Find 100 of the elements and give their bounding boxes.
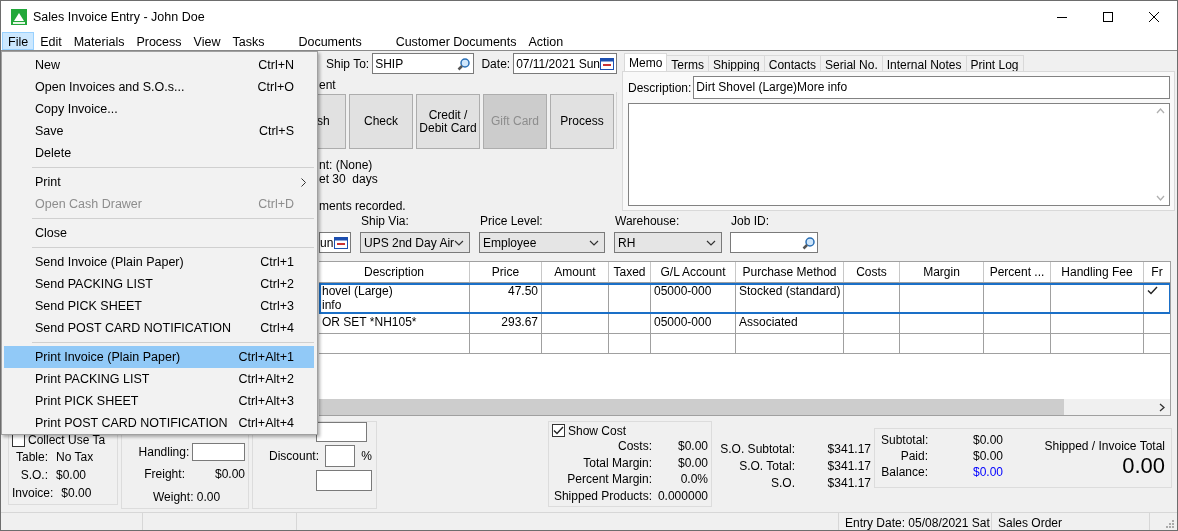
menu-item[interactable]: Documents xyxy=(292,32,368,50)
search-icon[interactable] xyxy=(802,235,816,250)
payment-info-text: nt: (None) xyxy=(318,158,374,172)
column-header[interactable]: Amount xyxy=(542,262,609,282)
scrollbar-thumb[interactable] xyxy=(319,399,1064,415)
status-text: Sales Order xyxy=(992,513,1150,530)
table-cell: 47.50 xyxy=(470,283,542,313)
field-value: $0.00 xyxy=(972,465,1003,479)
menu-item[interactable]: Edit xyxy=(34,32,68,50)
payment-button[interactable]: Process xyxy=(550,94,614,149)
resize-grip-icon[interactable] xyxy=(1165,519,1175,529)
table-cell: 05000-000 xyxy=(651,314,736,333)
column-header[interactable]: Fr xyxy=(1144,262,1170,282)
field-value: $0.00 xyxy=(677,438,708,453)
field-value: $0.00 xyxy=(972,449,1003,463)
payment-info-text: et 30 days xyxy=(318,172,379,186)
field-label: Description: xyxy=(628,80,692,95)
maximize-icon[interactable] xyxy=(1103,11,1113,22)
table-cell: hovel (Large) info xyxy=(319,283,470,313)
total-value: 0.00 xyxy=(1122,453,1165,479)
unit-label: % xyxy=(361,449,372,463)
scroll-right-icon[interactable] xyxy=(1158,402,1165,412)
menu-item[interactable]: Print xyxy=(4,171,314,193)
total-label: Shipped / Invoice Total xyxy=(1044,439,1165,453)
field-label: Costs: xyxy=(617,438,652,453)
table-cell: OR SET *NH105* xyxy=(319,314,470,333)
checkmark-icon xyxy=(1147,286,1158,295)
field-value: $341.17 xyxy=(827,458,871,473)
menu-item[interactable]: Send Invoice (Plain Paper) Ctrl+1 xyxy=(4,251,314,273)
handling-field[interactable] xyxy=(192,443,245,461)
app-icon xyxy=(11,8,27,25)
field-value: $0.00 xyxy=(972,433,1003,447)
description-field[interactable]: Dirt Shovel (Large)More info xyxy=(693,76,1170,99)
menu-item[interactable]: Print PICK SHEET Ctrl+Alt+3 xyxy=(4,390,314,412)
field-label: Date: xyxy=(481,56,511,71)
menu-item[interactable]: Copy Invoice... xyxy=(4,98,314,120)
column-header[interactable]: Percent ... xyxy=(984,262,1051,282)
field-value: 0.0% xyxy=(680,472,708,487)
menu-item[interactable]: Tasks xyxy=(226,32,271,50)
field-label: S.O. xyxy=(770,475,795,490)
field-label: S.O. Subtotal: xyxy=(719,441,795,456)
date-field[interactable]: un xyxy=(319,232,351,253)
payment-button[interactable]: Check xyxy=(349,94,413,149)
column-header[interactable]: Purchase Method xyxy=(736,262,844,282)
menu-item[interactable]: Print POST CARD NOTIFICATION Ctrl+Alt+4 xyxy=(4,412,314,434)
payment-button[interactable]: sh xyxy=(317,94,346,149)
menu-item[interactable]: Delete xyxy=(4,142,314,164)
menu-item[interactable]: Save Ctrl+S xyxy=(4,120,314,142)
field-value: $0.00 xyxy=(677,455,708,470)
dropdown[interactable]: RH xyxy=(614,232,722,253)
field-label: S.O. Total: xyxy=(738,458,795,473)
field-label: S.O.: xyxy=(19,467,48,482)
field-value: No Tax xyxy=(56,449,94,464)
column-header[interactable]: Margin xyxy=(900,262,984,282)
field-label: Freight: xyxy=(143,467,185,481)
column-header[interactable]: Handling Fee xyxy=(1051,262,1144,282)
checkbox[interactable] xyxy=(552,424,565,438)
calendar-icon[interactable] xyxy=(600,57,614,70)
menu-item[interactable]: Materials xyxy=(67,32,131,50)
menu-item[interactable]: Process xyxy=(130,32,188,50)
menu-item[interactable]: Close xyxy=(4,222,314,244)
menu-item[interactable]: Send PICK SHEET Ctrl+3 xyxy=(4,295,314,317)
column-header[interactable]: Costs xyxy=(844,262,900,282)
discount-field[interactable] xyxy=(325,445,356,467)
dropdown[interactable]: UPS 2nd Day Air xyxy=(360,232,470,253)
payment-info-text: ments recorded. xyxy=(318,199,407,213)
dropdown[interactable]: Employee xyxy=(479,232,605,253)
table-cell: 293.67 xyxy=(470,314,542,333)
input-field[interactable] xyxy=(316,470,372,491)
close-icon[interactable] xyxy=(1149,11,1159,22)
menu-item[interactable]: Action xyxy=(522,32,570,50)
table-cell: 05000-000 xyxy=(651,283,736,313)
checkmark-icon xyxy=(553,426,564,436)
field-label: Handling: xyxy=(137,445,190,459)
field-label: Ship Via: xyxy=(360,214,410,230)
column-header[interactable]: Description xyxy=(319,262,470,282)
column-header[interactable]: Taxed xyxy=(609,262,651,282)
input-field[interactable] xyxy=(316,422,367,442)
column-header[interactable]: Price xyxy=(470,262,542,282)
calendar-icon[interactable] xyxy=(334,236,348,249)
date-field[interactable]: 07/11/2021 Sun xyxy=(513,53,617,74)
menu-item[interactable]: Print PACKING LIST Ctrl+Alt+2 xyxy=(4,368,314,390)
field-label: Price Level: xyxy=(479,214,544,230)
menu-item[interactable]: Send POST CARD NOTIFICATION Ctrl+4 xyxy=(4,317,314,339)
menu-item[interactable]: Customer Documents xyxy=(389,32,523,50)
selected-row-outline[interactable]: hovel (Large) info 47.50 05000-000 Stocked (standard) xyxy=(319,283,1170,314)
column-header[interactable]: G/L Account xyxy=(651,262,736,282)
field-label: Subtotal: xyxy=(881,433,928,447)
search-icon[interactable] xyxy=(457,56,472,71)
menu-item[interactable]: Print Invoice (Plain Paper) Ctrl+Alt+1 xyxy=(4,346,314,368)
ship-to-field[interactable]: SHIP xyxy=(372,53,475,74)
job-id-field[interactable] xyxy=(730,232,818,253)
menu-item[interactable]: New Ctrl+N xyxy=(4,54,314,76)
group-label: ent xyxy=(318,77,337,92)
menu-item[interactable]: Send PACKING LIST Ctrl+2 xyxy=(4,273,314,295)
payment-button[interactable]: Credit / Debit Card xyxy=(416,94,480,149)
menu-item[interactable]: File xyxy=(2,32,35,50)
menu-item[interactable]: View xyxy=(187,32,227,50)
field-label: Table: xyxy=(14,449,48,464)
menu-item[interactable]: Open Invoices and S.O.s... Ctrl+O xyxy=(4,76,314,98)
